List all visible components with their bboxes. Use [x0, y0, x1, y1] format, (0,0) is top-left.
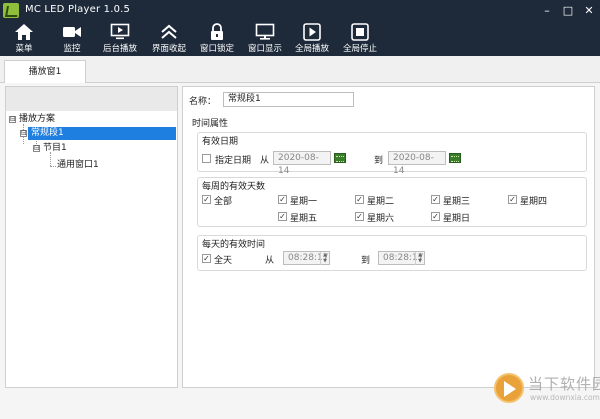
menu-button[interactable]: 菜单 — [6, 22, 42, 55]
global-play-button[interactable]: 全局播放 — [292, 22, 332, 55]
valid-date-group: 有效日期 指定日期 从 2020-08-14 到 2020-08-14 — [197, 132, 587, 176]
background-play-button[interactable]: 后台播放 — [100, 22, 140, 55]
tree-header — [6, 87, 177, 111]
monitor-play-icon — [110, 23, 130, 40]
valid-time-group: 每天的有效时间 ✓ 全天 从 08:28:17 ▲ ▼ 到 08:28:17 ▲ ▼ — [197, 235, 587, 271]
specify-date-checkbox[interactable] — [202, 154, 211, 163]
calendar-icon[interactable] — [334, 153, 346, 163]
wednesday-checkbox[interactable]: ✓ — [431, 195, 440, 204]
date-to-label: 到 — [374, 156, 384, 166]
menu-button-label: 菜单 — [15, 44, 33, 54]
tuesday-label: 星期二 — [367, 197, 395, 207]
stop-icon — [351, 23, 369, 41]
time-properties-label: 时间属性 — [192, 119, 229, 129]
app-logo-icon — [3, 3, 19, 18]
watermark-logo-icon — [494, 373, 524, 403]
monitor-icon — [255, 23, 275, 40]
lock-window-button[interactable]: 窗口锁定 — [197, 22, 237, 55]
thursday-checkbox[interactable]: ✓ — [508, 195, 517, 204]
friday-label: 星期五 — [290, 214, 318, 224]
title-bar: MC LED Player 1.0.5 – □ ✕ — [0, 0, 600, 21]
collapse-chevrons-icon — [161, 24, 177, 39]
tuesday-checkbox[interactable]: ✓ — [355, 195, 364, 204]
date-from-input[interactable]: 2020-08-14 — [273, 151, 331, 176]
monitor-button[interactable]: 监控 — [54, 22, 90, 55]
monday-checkbox[interactable]: ✓ — [278, 195, 287, 204]
collapse-ui-button-label: 界面收起 — [151, 44, 186, 54]
show-window-button[interactable]: 窗口显示 — [245, 22, 285, 55]
close-button[interactable]: ✕ — [577, 0, 600, 21]
global-stop-button-label: 全局停止 — [342, 44, 377, 54]
tree-connector — [50, 166, 56, 167]
sunday-label: 星期日 — [443, 214, 471, 224]
time-to-input[interactable]: 08:28:17 ▲ ▼ — [378, 251, 425, 265]
valid-date-title: 有效日期 — [202, 137, 239, 147]
tab-play-window-1[interactable]: 播放窗1 — [4, 60, 86, 84]
lock-window-button-label: 窗口锁定 — [199, 44, 234, 54]
name-input[interactable]: 常规段1 — [223, 92, 354, 107]
sunday-checkbox[interactable]: ✓ — [431, 212, 440, 221]
schedule-tree: ⊟ 播放方案 ⊟ 常规段1 ⊟ 节目1 通用窗口1 — [5, 86, 178, 388]
expand-toggle[interactable]: ⊟ — [9, 116, 16, 123]
calendar-icon[interactable] — [449, 153, 461, 163]
home-icon — [15, 24, 33, 40]
expand-toggle[interactable]: ⊟ — [33, 145, 40, 152]
all-day-checkbox[interactable]: ✓ — [202, 254, 211, 263]
thursday-label: 星期四 — [520, 197, 548, 207]
saturday-label: 星期六 — [367, 214, 395, 224]
window-title: MC LED Player 1.0.5 — [25, 4, 131, 15]
monitor-button-label: 监控 — [63, 44, 81, 54]
time-to-spinner[interactable]: ▲ ▼ — [415, 252, 424, 265]
main-toolbar: 菜单 监控 后台播放 界面收起 窗口锁定 窗口显示 全局播放 全局停止 — [0, 21, 600, 56]
tree-node-program[interactable]: 节目1 — [43, 142, 67, 155]
specify-date-label: 指定日期 — [215, 156, 252, 166]
watermark: 当下软件园 www.downxia.com — [494, 371, 600, 411]
play-icon — [303, 23, 321, 41]
show-window-button-label: 窗口显示 — [247, 44, 282, 54]
video-camera-icon — [63, 27, 81, 37]
tree-node-segment-label: 常规段1 — [31, 128, 64, 138]
main-content: ⊟ 播放方案 ⊟ 常规段1 ⊟ 节目1 通用窗口1 名称： 常规段1 时间属性 … — [0, 83, 600, 419]
saturday-checkbox[interactable]: ✓ — [355, 212, 364, 221]
time-from-label: 从 — [265, 256, 275, 266]
lock-icon — [211, 23, 223, 40]
friday-checkbox[interactable]: ✓ — [278, 212, 287, 221]
spin-down-icon: ▼ — [418, 258, 422, 264]
tree-node-segment[interactable]: 常规段1 — [28, 127, 176, 140]
name-label: 名称： — [189, 97, 217, 107]
expand-toggle[interactable]: ⊟ — [20, 130, 27, 137]
monday-label: 星期一 — [290, 197, 318, 207]
all-day-label: 全天 — [214, 256, 233, 266]
tree-node-plan[interactable]: 播放方案 — [19, 113, 55, 126]
all-days-label: 全部 — [214, 197, 233, 207]
tree-node-window[interactable]: 通用窗口1 — [57, 159, 99, 172]
valid-days-group: 每周的有效天数 ✓ 全部 ✓ 星期一 ✓ 星期二 ✓ 星期三 ✓ 星期四 ✓ 星… — [197, 177, 587, 227]
date-from-label: 从 — [260, 156, 270, 166]
watermark-text: 当下软件园 — [528, 375, 600, 393]
valid-time-title: 每天的有效时间 — [202, 240, 266, 250]
wednesday-label: 星期三 — [443, 197, 471, 207]
watermark-url: www.downxia.com — [530, 393, 600, 402]
spin-down-icon: ▼ — [323, 258, 327, 264]
time-to-label: 到 — [361, 256, 371, 266]
tab-bar: 播放窗1 — [0, 56, 600, 84]
time-from-spinner[interactable]: ▲ ▼ — [320, 252, 329, 265]
all-days-checkbox[interactable]: ✓ — [202, 195, 211, 204]
valid-days-title: 每周的有效天数 — [202, 182, 266, 192]
global-stop-button[interactable]: 全局停止 — [340, 22, 380, 55]
properties-panel: 名称： 常规段1 时间属性 有效日期 指定日期 从 2020-08-14 到 2… — [182, 86, 595, 388]
date-to-input[interactable]: 2020-08-14 — [388, 151, 446, 176]
background-play-button-label: 后台播放 — [102, 44, 137, 54]
time-from-input[interactable]: 08:28:17 ▲ ▼ — [283, 251, 330, 265]
global-play-button-label: 全局播放 — [294, 44, 329, 54]
collapse-ui-button[interactable]: 界面收起 — [149, 22, 189, 55]
